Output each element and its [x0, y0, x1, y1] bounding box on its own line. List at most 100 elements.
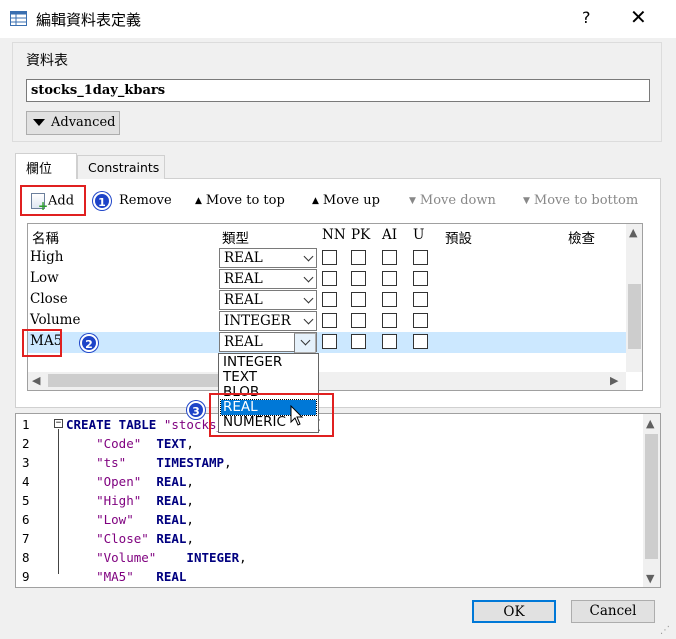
chevron-down-icon: [303, 314, 314, 325]
line-number: 7: [22, 531, 30, 546]
advanced-button[interactable]: Advanced: [26, 111, 120, 135]
scroll-left-icon[interactable]: ◀: [32, 374, 40, 387]
code-line: "Open" REAL,: [66, 474, 194, 489]
remove-field-button[interactable]: Remove: [119, 193, 172, 208]
nn-checkbox[interactable]: [322, 292, 337, 307]
unique-checkbox[interactable]: [413, 334, 428, 349]
pk-checkbox[interactable]: [351, 292, 366, 307]
field-name-cell[interactable]: High: [30, 249, 63, 265]
code-line: "ts" TIMESTAMP,: [66, 455, 232, 470]
ok-button[interactable]: OK: [472, 600, 556, 623]
scroll-thumb[interactable]: [628, 284, 641, 349]
line-number: 3: [22, 455, 30, 470]
table-row[interactable]: Low REAL: [28, 269, 626, 290]
fields-grid[interactable]: 名稱 類型 NN PK AI U 預設 檢查 High REAL Low REA…: [27, 223, 643, 391]
chevron-down-icon: [303, 272, 314, 283]
callout-add: [20, 185, 86, 216]
code-line: "Low" REAL,: [66, 512, 194, 527]
field-name-cell[interactable]: Volume: [30, 312, 80, 328]
chevron-down-icon: [303, 251, 314, 262]
pk-checkbox[interactable]: [351, 250, 366, 265]
table-app-icon: [10, 11, 27, 26]
line-number: 4: [22, 474, 30, 489]
unique-checkbox[interactable]: [413, 292, 428, 307]
nn-checkbox[interactable]: [322, 250, 337, 265]
sql-editor[interactable]: − 1 2 3 4 5 6 7 8 9 CREATE TABLE "stocks…: [15, 413, 661, 588]
header-name[interactable]: 名稱: [32, 224, 59, 247]
grid-vertical-scrollbar[interactable]: ▲: [626, 224, 642, 372]
close-button[interactable]: ✕: [630, 5, 647, 29]
editor-vertical-scrollbar[interactable]: ▲ ▼: [643, 414, 660, 587]
line-number: 8: [22, 550, 30, 565]
table-name-input[interactable]: [26, 79, 650, 102]
fold-minus-icon[interactable]: −: [54, 419, 63, 428]
move-to-bottom-button[interactable]: ▼ Move to bottom: [523, 193, 638, 208]
pk-checkbox[interactable]: [351, 334, 366, 349]
table-row[interactable]: Close REAL: [28, 290, 626, 311]
header-check[interactable]: 檢查: [568, 224, 595, 247]
unique-checkbox[interactable]: [413, 271, 428, 286]
field-name-cell[interactable]: Low: [30, 270, 59, 286]
table-row[interactable]: High REAL: [28, 248, 626, 269]
tab-constraints[interactable]: Constraints: [77, 155, 165, 179]
resize-grip-icon[interactable]: ⋰: [660, 625, 670, 636]
ai-checkbox[interactable]: [382, 292, 397, 307]
option-text[interactable]: TEXT: [221, 370, 316, 385]
code-line: "MA5" REAL: [66, 569, 187, 584]
header-pk[interactable]: PK: [351, 224, 370, 246]
help-button[interactable]: ?: [582, 8, 591, 27]
scroll-up-icon[interactable]: ▲: [646, 417, 654, 430]
nn-checkbox[interactable]: [322, 334, 337, 349]
unique-checkbox[interactable]: [413, 250, 428, 265]
tab-columns[interactable]: 欄位: [15, 153, 77, 179]
grid-horizontal-scrollbar[interactable]: ◀ ▶: [28, 372, 626, 390]
window-title: 編輯資料表定義: [36, 11, 142, 29]
ai-checkbox[interactable]: [382, 271, 397, 286]
pk-checkbox[interactable]: [351, 271, 366, 286]
fold-guide: [58, 429, 59, 574]
line-number: 9: [22, 569, 30, 584]
type-select[interactable]: REAL: [219, 269, 317, 289]
scroll-thumb[interactable]: [645, 434, 658, 559]
scroll-right-icon[interactable]: ▶: [610, 374, 618, 387]
cancel-button[interactable]: Cancel: [571, 600, 655, 623]
type-select[interactable]: REAL: [219, 290, 317, 310]
scroll-thumb[interactable]: [48, 374, 218, 387]
table-label: 資料表: [26, 53, 68, 69]
ai-checkbox[interactable]: [382, 334, 397, 349]
chevron-down-icon: [303, 293, 314, 304]
code-line: "Volume" INTEGER,: [66, 550, 247, 565]
type-select[interactable]: REAL: [219, 248, 317, 268]
nn-checkbox[interactable]: [322, 313, 337, 328]
ai-checkbox[interactable]: [382, 313, 397, 328]
header-nn[interactable]: NN: [322, 224, 346, 246]
ai-checkbox[interactable]: [382, 250, 397, 265]
line-number: 6: [22, 512, 30, 527]
code-line: "Close" REAL,: [66, 531, 194, 546]
move-up-button[interactable]: ▲ Move up: [312, 193, 380, 208]
unique-checkbox[interactable]: [413, 313, 428, 328]
header-default[interactable]: 預設: [445, 224, 472, 247]
pk-checkbox[interactable]: [351, 313, 366, 328]
table-row[interactable]: Volume INTEGER: [28, 311, 626, 332]
table-row-selected[interactable]: MA5 REAL: [28, 332, 626, 353]
type-select[interactable]: INTEGER: [219, 311, 317, 331]
header-type[interactable]: 類型: [222, 224, 249, 247]
header-ai[interactable]: AI: [382, 224, 397, 246]
scroll-down-icon[interactable]: ▼: [646, 572, 654, 585]
move-to-top-button[interactable]: ▲ Move to top: [195, 193, 285, 208]
move-top-icon: ▲: [195, 195, 202, 206]
line-number: 1: [22, 417, 30, 432]
move-bottom-icon: ▼: [523, 195, 530, 206]
type-select-open[interactable]: REAL: [219, 332, 317, 353]
move-down-icon: ▼: [409, 195, 416, 206]
nn-checkbox[interactable]: [322, 271, 337, 286]
move-up-icon: ▲: [312, 195, 319, 206]
scroll-up-icon[interactable]: ▲: [629, 226, 637, 239]
step-badge-2: 2: [80, 334, 98, 352]
move-down-button[interactable]: ▼ Move down: [409, 193, 496, 208]
triangle-down-icon: [33, 119, 45, 126]
header-u[interactable]: U: [413, 224, 424, 246]
option-integer[interactable]: INTEGER: [221, 355, 316, 370]
field-name-cell[interactable]: Close: [30, 291, 68, 307]
